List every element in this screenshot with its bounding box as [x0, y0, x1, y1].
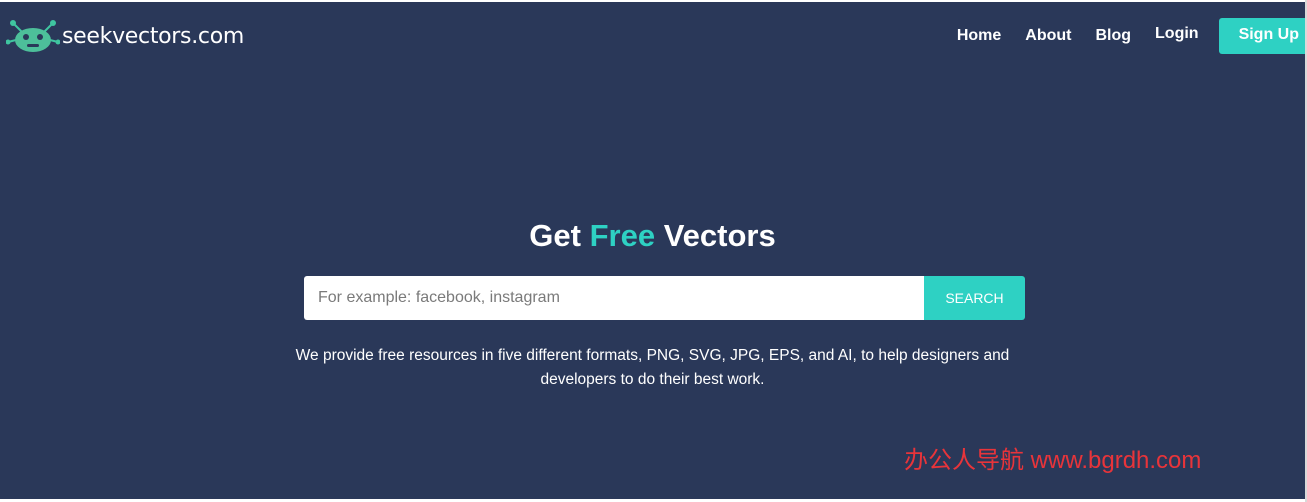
brand-logo[interactable]: seekvectors.com	[6, 18, 244, 54]
hero-description: We provide free resources in five differ…	[0, 344, 1305, 392]
hero-description-line1: We provide free resources in five differ…	[295, 347, 1010, 364]
nav-home-link[interactable]: Home	[957, 18, 1001, 54]
hero-title-accent: Free	[589, 218, 656, 253]
page: seekvectors.com Home About Blog Login Si…	[0, 2, 1305, 499]
nav-about-link[interactable]: About	[1025, 18, 1071, 54]
signup-button[interactable]: Sign Up	[1218, 18, 1305, 54]
watermark-text: 办公人导航 www.bgrdh.com	[904, 447, 1202, 474]
nav-login-link[interactable]: Login	[1155, 16, 1199, 52]
hero-title-pre: Get	[529, 218, 590, 253]
search-button[interactable]: SEARCH	[924, 276, 1025, 320]
search-form: SEARCH	[304, 276, 1025, 320]
hero-title: Get Free Vectors	[0, 218, 1305, 254]
nav-blog-link[interactable]: Blog	[1095, 18, 1131, 54]
main-nav: Home About Blog Login Sign Up	[957, 18, 1305, 54]
hero-title-post: Vectors	[655, 218, 776, 253]
brand-name: seekvectors.com	[62, 23, 244, 49]
search-input[interactable]	[304, 276, 924, 320]
hero-description-line2: developers to do their best work.	[540, 371, 765, 388]
robot-icon	[6, 20, 60, 52]
